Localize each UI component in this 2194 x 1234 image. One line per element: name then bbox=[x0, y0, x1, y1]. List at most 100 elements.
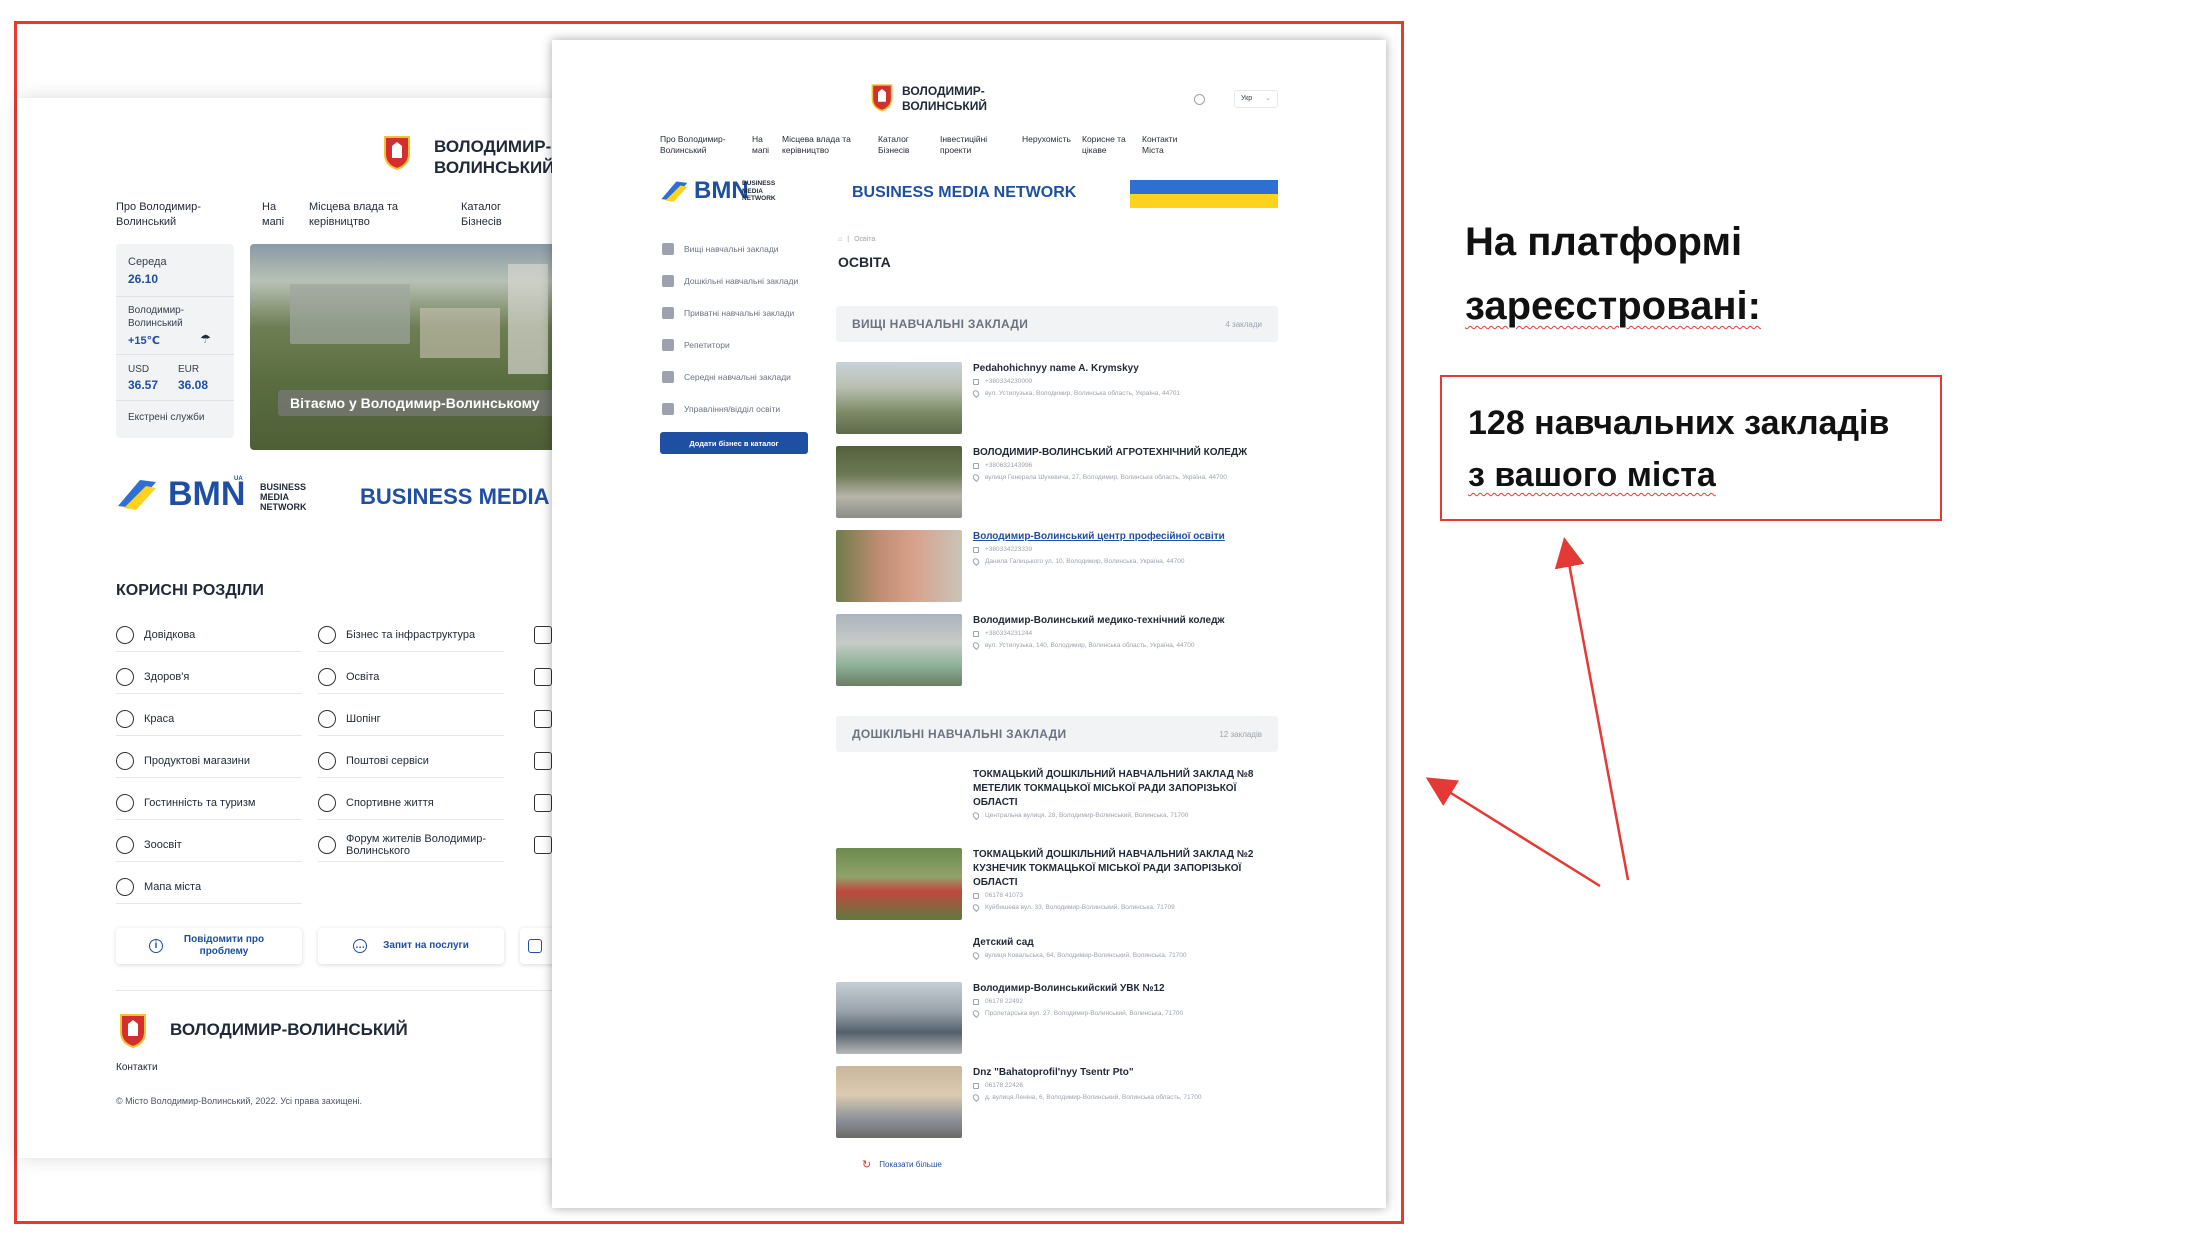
listing-thumbnail bbox=[836, 1066, 962, 1138]
listing-item[interactable]: Володимир-Волинськийский УВК №12 06178 22… bbox=[836, 982, 1278, 1058]
breadcrumb-current: Освіта bbox=[854, 236, 876, 243]
sidebar-item-secondary[interactable]: Середні навчальні заклади bbox=[662, 366, 791, 388]
section-item[interactable]: Гостинність та туризм bbox=[116, 786, 302, 820]
rp-nav-realty[interactable]: Нерухомість bbox=[1022, 134, 1078, 145]
listing-item[interactable]: ТОКМАЦЬКИЙ ДОШКІЛЬНИЙ НАВЧАЛЬНИЙ ЗАКЛАД … bbox=[836, 768, 1278, 844]
mail-icon bbox=[318, 751, 336, 770]
rp-nav-useful[interactable]: Корисне та цікаве bbox=[1082, 134, 1132, 156]
listing-phone[interactable]: +380334230000 bbox=[973, 378, 1032, 385]
listing-item[interactable]: ТОКМАЦЬКИЙ ДОШКІЛЬНИЙ НАВЧАЛЬНИЙ ЗАКЛАД … bbox=[836, 848, 1278, 924]
listing-name[interactable]: Dnz "Bahatoprofil'nyy Tsentr Pto" bbox=[973, 1066, 1273, 1080]
sidebar-item-preschool[interactable]: Дошкільні навчальні заклади bbox=[662, 270, 798, 292]
section-item[interactable]: Краса bbox=[116, 702, 302, 736]
listing-name[interactable]: Володимир-Волинський центр професійної о… bbox=[973, 530, 1273, 544]
nav-government[interactable]: Місцева влада та керівництво bbox=[309, 200, 405, 230]
section-item[interactable]: Шопінг bbox=[318, 702, 504, 736]
section-item[interactable]: Здоров'я bbox=[116, 660, 302, 694]
add-business-button[interactable]: Додати бізнес в каталог bbox=[660, 432, 808, 454]
bmn-logo-icon bbox=[118, 480, 156, 510]
listing-phone[interactable]: 06178 41073 bbox=[973, 892, 1023, 899]
search-icon[interactable] bbox=[1194, 94, 1205, 105]
section-item[interactable]: Мапа міста bbox=[116, 870, 302, 904]
sidebar-item-private[interactable]: Приватні навчальні заклади bbox=[662, 302, 794, 324]
higher-section-title: ВИЩІ НАВЧАЛЬНІ ЗАКЛАДИ bbox=[852, 317, 1029, 331]
listing-item[interactable]: Володимир-Волинський медико-технічний ко… bbox=[836, 614, 1278, 690]
sidebar-label-2: Дошкільні навчальні заклади bbox=[684, 276, 799, 286]
sidebar-item-higher[interactable]: Вищі навчальні заклади bbox=[662, 238, 779, 260]
language-select[interactable]: Укр ⌄ bbox=[1234, 90, 1278, 108]
section-item-label: Здоров'я bbox=[144, 670, 190, 683]
service-request-button[interactable]: … Запит на послуги bbox=[318, 928, 504, 964]
nav-map[interactable]: На мапі bbox=[262, 200, 292, 230]
sidebar-icon-6 bbox=[662, 403, 674, 415]
listing-address-value: Куйбишева вул. 33, Володимир-Волинський,… bbox=[985, 904, 1175, 911]
usd-value: 36.57 bbox=[128, 378, 159, 392]
section-item[interactable]: Освіта bbox=[318, 660, 504, 694]
listing-address: Данила Галицького ул. 10, Володимир, Вол… bbox=[971, 556, 1184, 567]
section-item[interactable]: Форум жителів Володимир-Волинського bbox=[318, 828, 504, 862]
listing-item[interactable]: Pedahohichnyy name A. Krymskyy +380334230… bbox=[836, 362, 1278, 438]
listing-name[interactable]: ТОКМАЦЬКИЙ ДОШКІЛЬНИЙ НАВЧАЛЬНИЙ ЗАКЛАД … bbox=[973, 848, 1273, 890]
listing-phone[interactable]: 06178 22492 bbox=[973, 998, 1023, 1005]
chat-icon: … bbox=[353, 939, 368, 953]
rp-nav-contacts[interactable]: Контакти Міста bbox=[1142, 134, 1186, 156]
listing-item[interactable]: Володимир-Волинський центр професійної о… bbox=[836, 530, 1278, 606]
listing-name[interactable]: Детский сад bbox=[973, 936, 1273, 950]
sidebar-item-tutors[interactable]: Репетитори bbox=[662, 334, 730, 356]
rp-nav-government[interactable]: Місцева влада та керівництво bbox=[782, 134, 858, 156]
ukraine-flag bbox=[1130, 180, 1278, 208]
higher-section-header: ВИЩІ НАВЧАЛЬНІ ЗАКЛАДИ 4 заклади bbox=[836, 306, 1278, 342]
listing-address: Пролетарська вул. 27, Володимир-Волинськ… bbox=[971, 1008, 1183, 1019]
listing-phone[interactable]: +380632143996 bbox=[973, 462, 1032, 469]
rp-city-crest-icon bbox=[871, 84, 893, 112]
section-item[interactable]: Бізнес та інфраструктура bbox=[318, 618, 504, 652]
home-icon[interactable]: ⌂ bbox=[838, 236, 842, 243]
section-item[interactable]: Продуктові магазини bbox=[116, 744, 302, 778]
listing-phone[interactable]: +380334231244 bbox=[973, 630, 1032, 637]
rp-bmn-logo-icon bbox=[661, 181, 688, 202]
rp-nav-investment[interactable]: Інвестиційні проекти bbox=[940, 134, 996, 156]
listing-phone[interactable]: +380334223339 bbox=[973, 546, 1032, 553]
rp-nav-map[interactable]: На мапі bbox=[752, 134, 774, 156]
bmn-ua-tag: UA bbox=[234, 476, 243, 482]
report-problem-button[interactable]: i Повідомити про проблему bbox=[116, 928, 302, 964]
page-title: ОСВІТА bbox=[838, 254, 891, 270]
city-name[interactable]: ВОЛОДИМИР-ВОЛИНСЬКИЙ bbox=[434, 136, 554, 178]
rp-nav-catalog[interactable]: Каталог Бізнесів bbox=[878, 134, 916, 156]
listing-name[interactable]: Pedahohichnyy name A. Krymskyy bbox=[973, 362, 1273, 376]
listing-name[interactable]: ВОЛОДИМИР-ВОЛИНСЬКИЙ АГРОТЕХНІЧНИЙ КОЛЕД… bbox=[973, 446, 1273, 460]
rp-nav-about[interactable]: Про Володимир-Волинський bbox=[660, 134, 730, 156]
rp-city-name[interactable]: ВОЛОДИМИР- ВОЛИНСЬКИЙ bbox=[902, 84, 987, 114]
health-icon bbox=[116, 667, 134, 686]
sidebar-icon-3 bbox=[662, 307, 674, 319]
listing-name[interactable]: ТОКМАЦЬКИЙ ДОШКІЛЬНИЙ НАВЧАЛЬНИЙ ЗАКЛАД … bbox=[973, 768, 1273, 810]
listing-thumbnail bbox=[836, 982, 962, 1054]
section-icon-3-3 bbox=[534, 710, 552, 728]
city-crest-icon bbox=[384, 136, 410, 170]
banner-welcome-text: Вітаємо у Володимир-Волинському bbox=[278, 390, 554, 416]
arrow-to-callout bbox=[1554, 537, 1630, 881]
show-more-button[interactable]: ↻ Показати більше bbox=[862, 1158, 942, 1171]
section-icon-3-4 bbox=[534, 752, 552, 770]
section-item[interactable]: Довідкова bbox=[116, 618, 302, 652]
footer-contacts-link[interactable]: Контакти bbox=[116, 1062, 158, 1073]
listing-item[interactable]: ВОЛОДИМИР-ВОЛИНСЬКИЙ АГРОТЕХНІЧНИЙ КОЛЕД… bbox=[836, 446, 1278, 522]
section-item-label: Освіта bbox=[346, 670, 380, 683]
sidebar-item-department[interactable]: Управління/відділ освіти bbox=[662, 398, 780, 420]
nav-catalog[interactable]: Каталог Бізнесів bbox=[461, 200, 511, 230]
section-item-label: Продуктові магазини bbox=[144, 754, 250, 767]
listing-phone[interactable]: 06178 22426 bbox=[973, 1082, 1023, 1089]
section-item[interactable]: Спортивне життя bbox=[318, 786, 504, 820]
listing-name[interactable]: Володимир-Волинський медико-технічний ко… bbox=[973, 614, 1273, 628]
third-action-button-partial[interactable] bbox=[520, 928, 554, 964]
phone-icon bbox=[973, 998, 979, 1005]
beauty-icon bbox=[116, 709, 134, 728]
section-item[interactable]: Поштові сервіси bbox=[318, 744, 504, 778]
info-card: Середа 26.10 Володимир-Волинський +15℃ ☂… bbox=[116, 244, 234, 438]
listing-item[interactable]: Dnz "Bahatoprofil'nyy Tsentr Pto" 06178 2… bbox=[836, 1066, 1278, 1142]
emergency-link[interactable]: Екстрені служби bbox=[128, 412, 204, 423]
city-banner-image: Вітаємо у Володимир-Волинському bbox=[250, 244, 554, 450]
listing-name[interactable]: Володимир-Волинськийский УВК №12 bbox=[973, 982, 1273, 996]
nav-about[interactable]: Про Володимир-Волинський bbox=[116, 200, 212, 230]
section-item[interactable]: Зоосвіт bbox=[116, 828, 302, 862]
